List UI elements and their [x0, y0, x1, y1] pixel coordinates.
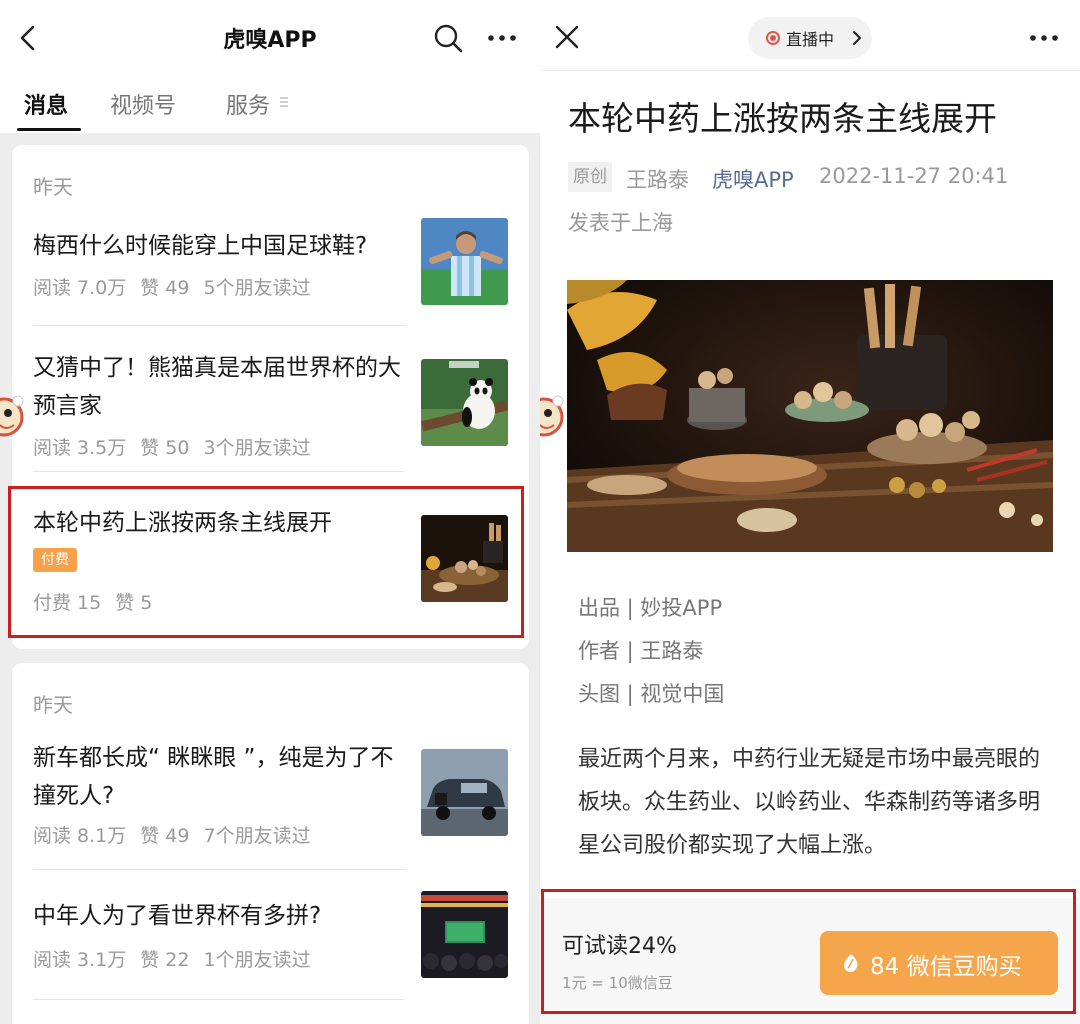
credit-author: 作者 | 王路泰: [578, 639, 704, 663]
article-title: 新车都长成“ 眯眯眼 ”，纯是为了不撞死人?: [33, 745, 394, 809]
divider: [33, 325, 405, 326]
account-link[interactable]: 虎嗅APP: [712, 164, 794, 194]
tab-services[interactable]: 服务: [226, 88, 270, 120]
like-count: 赞 49: [140, 277, 190, 299]
author-name: 王路泰: [626, 168, 689, 192]
article-stats: 阅读 3.5万赞 50 3个朋友读过: [33, 433, 325, 460]
article-title: 梅西什么时候能穿上中国足球鞋?: [33, 233, 368, 259]
message-list-panel: 虎嗅APP 消息 视频号 服务 昨天 梅西什么时候能穿上中国足球鞋? 阅读 7.…: [0, 0, 540, 1024]
tab-channels[interactable]: 视频号: [110, 88, 176, 120]
highlight-selected-item: [8, 486, 524, 638]
friends-read: 3个朋友读过: [203, 437, 311, 459]
original-badge: 原创: [568, 162, 612, 192]
close-icon[interactable]: [554, 24, 580, 50]
tab-messages[interactable]: 消息: [24, 88, 68, 120]
credit-publisher: 出品 | 妙投APP: [578, 596, 723, 620]
read-count: 阅读 8.1万: [33, 825, 127, 847]
group-date: 昨天: [33, 175, 73, 199]
article-heading: 本轮中药上涨按两条主线展开: [568, 99, 997, 138]
live-label: 直播中: [786, 30, 835, 49]
chevron-right-icon: [853, 31, 861, 45]
publish-location: 发表于上海: [568, 211, 673, 235]
thumbnail-car-image: [421, 749, 508, 836]
credit-image: 头图 | 视觉中国: [578, 682, 725, 706]
read-count: 阅读 3.1万: [33, 949, 127, 971]
header-divider: [540, 70, 1080, 71]
more-options-icon[interactable]: [1028, 25, 1060, 51]
list-item[interactable]: 新车都长成“ 眯眯眼 ”，纯是为了不撞死人? 阅读 8.1万赞 49 7个朋友读过: [12, 731, 529, 865]
read-count: 阅读 7.0万: [33, 277, 127, 299]
like-count: 赞 50: [140, 437, 190, 459]
like-count: 赞 22: [140, 949, 190, 971]
friends-read: 5个朋友读过: [203, 277, 311, 299]
live-dot-icon: [766, 31, 780, 45]
friends-read: 7个朋友读过: [203, 825, 311, 847]
divider: [33, 471, 405, 472]
message-group-card: 昨天 新车都长成“ 眯眯眼 ”，纯是为了不撞死人? 阅读 8.1万赞 49 7个朋…: [12, 663, 529, 1024]
group-date: 昨天: [33, 693, 73, 717]
thumbnail-panda-image: [421, 359, 508, 446]
publish-datetime: 2022-11-27 20:41: [819, 164, 1009, 188]
article-title: 又猜中了！熊猫真是本届世界杯的大预言家: [33, 355, 401, 419]
article-stats: 阅读 8.1万赞 49 7个朋友读过: [33, 821, 325, 848]
divider: [33, 999, 405, 1000]
active-tab-indicator: [17, 128, 81, 131]
top-bar: 虎嗅APP 消息 视频号 服务: [0, 0, 540, 133]
divider: [33, 869, 405, 870]
list-item[interactable]: 梅西什么时候能穿上中国足球鞋? 阅读 7.0万赞 49 5个朋友读过: [12, 217, 529, 327]
hero-herbs-image: [567, 280, 1053, 552]
like-count: 赞 49: [140, 825, 190, 847]
floating-mascot-icon[interactable]: [540, 381, 570, 453]
highlight-paywall: [541, 889, 1076, 1014]
floating-mascot-icon[interactable]: [0, 381, 30, 453]
article-panel: 直播中 本轮中药上涨按两条主线展开 原创 王路泰 虎嗅APP 2022-11-2…: [540, 0, 1080, 1024]
article-body: 最近两个月来，中药行业无疑是市场中最亮眼的板块。众生药业、以岭药业、华森制药等诸…: [578, 747, 1041, 858]
read-count: 阅读 3.5万: [33, 437, 127, 459]
thumbnail-crowd-image: [421, 891, 508, 978]
tab-bar: 消息 视频号 服务: [0, 82, 540, 132]
article-title: 中年人为了看世界杯有多拼?: [33, 903, 322, 929]
article-stats: 阅读 3.1万赞 22 1个朋友读过: [33, 945, 325, 972]
more-options-icon[interactable]: [486, 25, 518, 51]
thumbnail-soccer-image: [421, 218, 508, 305]
article-stats: 阅读 7.0万赞 49 5个朋友读过: [33, 273, 325, 300]
friends-read: 1个朋友读过: [203, 949, 311, 971]
live-status-button[interactable]: 直播中: [748, 17, 872, 59]
menu-lines-icon: [280, 97, 288, 107]
list-item[interactable]: 中年人为了看世界杯有多拼? 阅读 3.1万赞 22 1个朋友读过: [12, 883, 529, 1003]
list-item[interactable]: 又猜中了！熊猫真是本届世界杯的大预言家 阅读 3.5万赞 50 3个朋友读过: [12, 341, 529, 471]
search-icon[interactable]: [432, 22, 464, 54]
